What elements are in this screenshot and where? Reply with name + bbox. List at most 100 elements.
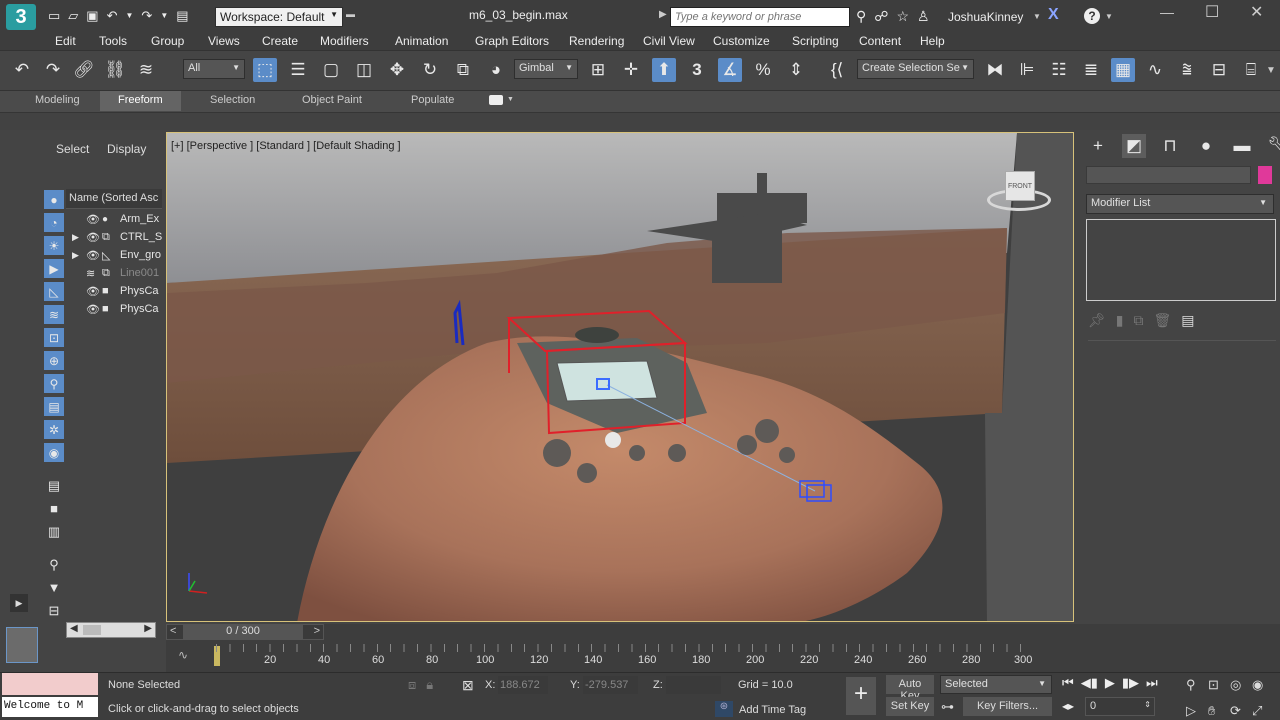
mirror-icon[interactable]: ⧓ [983, 58, 1007, 82]
display-none-icon[interactable]: ■ [44, 499, 64, 518]
pin-stack-icon[interactable]: 📌︎ [1088, 312, 1106, 329]
filter-lights-icon[interactable]: ☀ [44, 236, 64, 255]
named-selection-dropdown[interactable]: Create Selection Se ▼ [857, 59, 974, 79]
y-coordinate-field[interactable]: -279.537 [583, 676, 638, 694]
menu-tools[interactable]: Tools [99, 34, 127, 48]
select-object-icon[interactable]: ⬚ [253, 58, 277, 82]
track-bar[interactable]: 20 40 60 80 100 120 140 160 180 200 220 … [206, 644, 1036, 668]
filter-groups-icon[interactable]: ⊡ [44, 328, 64, 347]
rectangular-selection-icon[interactable]: ▢ [319, 58, 343, 82]
zoom-all-icon[interactable]: ⊡ [1208, 677, 1230, 693]
percent-snap-icon[interactable]: % [751, 58, 775, 82]
zoom-extents-icon[interactable]: ◎ [1230, 677, 1252, 693]
time-slider[interactable]: < 0 / 300 > [166, 624, 324, 640]
tab-selection[interactable]: Selection [210, 94, 255, 106]
orbit-icon[interactable]: ⟳ [1230, 703, 1252, 719]
align-icon[interactable]: ⊫ [1015, 58, 1039, 82]
explorer-tab-display[interactable]: Display [107, 142, 146, 156]
undo-icon[interactable]: ↶ [107, 8, 118, 24]
x-coordinate-field[interactable]: 188.672 [498, 676, 548, 694]
show-end-result-icon[interactable]: ▮ [1116, 312, 1124, 329]
help-icon[interactable]: ? [1084, 8, 1100, 24]
schematic-view-icon[interactable]: ⩰ [1175, 58, 1199, 82]
motion-tab-icon[interactable]: ● [1194, 134, 1218, 158]
expand-arrow-icon[interactable]: ▶ [72, 250, 79, 261]
snaps-toggle-icon[interactable]: 3 [685, 58, 709, 82]
add-time-tag[interactable]: Add Time Tag [739, 704, 806, 716]
hierarchy-tab-icon[interactable]: ⊓ [1158, 134, 1182, 158]
rotate-icon[interactable]: ↻ [418, 58, 442, 82]
set-key-button[interactable]: Set Key [886, 697, 934, 716]
time-tag-icon[interactable]: ⊛ [715, 701, 733, 717]
app-logo-icon[interactable]: 3 [6, 4, 36, 30]
curve-editor-icon[interactable]: ∿ [1143, 58, 1167, 82]
visibility-icon[interactable]: 👁︎ [86, 213, 100, 226]
reference-coordinate-dropdown[interactable]: Gimbal ▼ [514, 59, 578, 79]
create-tab-icon[interactable]: + [1086, 134, 1110, 158]
dropdown-arrow-icon[interactable]: ▼ [160, 11, 168, 24]
menu-create[interactable]: Create [262, 34, 298, 48]
visibility-icon[interactable]: 👁︎ [86, 231, 100, 244]
visibility-icon[interactable]: 👁︎ [86, 249, 100, 262]
menu-help[interactable]: Help [920, 34, 945, 48]
scroll-thumb[interactable] [83, 625, 101, 635]
place-icon[interactable]: ◕ [484, 58, 508, 82]
username[interactable]: JoshuaKinney [948, 10, 1023, 24]
column-header[interactable]: Name (Sorted Asc [66, 189, 162, 209]
save-icon[interactable]: ▣ [86, 8, 98, 24]
filter-shapes-icon[interactable]: ◔ [44, 213, 64, 232]
scale-icon[interactable]: ⧉ [451, 58, 475, 82]
maxscript-output[interactable]: Welcome to M [2, 697, 98, 717]
display-all-icon[interactable]: ▤ [44, 476, 64, 495]
menu-modifiers[interactable]: Modifiers [320, 34, 369, 48]
object-name-field[interactable] [1086, 166, 1251, 184]
window-crossing-icon[interactable]: ◫ [352, 58, 376, 82]
mini-viewport-preview[interactable] [6, 627, 38, 663]
zoom-icon[interactable]: ⚲ [1186, 677, 1208, 693]
object-color-swatch[interactable] [1258, 166, 1272, 184]
transform-gizmo-icon[interactable]: ✛ [619, 58, 643, 82]
unlink-icon[interactable]: ⛓︎ [103, 58, 127, 82]
list-item[interactable]: ▶ 👁︎ ⧉ CTRL_S [66, 228, 162, 246]
redo-icon[interactable]: ↷ [41, 58, 65, 82]
tab-object-paint[interactable]: Object Paint [302, 94, 362, 106]
list-item[interactable]: 👁︎ ■ PhysCa [66, 282, 162, 300]
filter-containers-icon[interactable]: ▤ [44, 397, 64, 416]
viewcube-face[interactable]: FRONT [1005, 171, 1035, 201]
filter-space-warps-icon[interactable]: ≋ [44, 305, 64, 324]
utilities-tab-icon[interactable]: 🔧︎ [1266, 134, 1280, 158]
horizontal-scrollbar[interactable]: ◀ ▶ [66, 622, 156, 638]
modify-tab-icon[interactable]: ◩ [1122, 134, 1146, 158]
new-file-icon[interactable]: ▭ [48, 8, 60, 24]
next-frame-icon[interactable]: > [314, 625, 320, 637]
pan-view-icon[interactable]: ✋︎ [1208, 703, 1230, 719]
key-mode-dropdown[interactable]: Selected ▼ [940, 675, 1052, 694]
go-to-start-icon[interactable]: ⏮︎ [1062, 675, 1074, 691]
menu-edit[interactable]: Edit [55, 34, 76, 48]
set-key-mode-icon[interactable]: + [846, 677, 876, 715]
close-icon[interactable]: ✕ [1250, 2, 1263, 22]
visibility-icon[interactable]: 👁︎ [86, 285, 100, 298]
find-icon[interactable]: ⚲ [44, 555, 64, 574]
current-frame-field[interactable]: 0 ⇕ [1085, 697, 1155, 716]
workspace-dropdown[interactable]: Workspace: Default ▼ [215, 7, 343, 27]
list-item[interactable]: ≋ ⧉ Line001 [66, 264, 162, 282]
open-file-icon[interactable]: ▱ [68, 8, 78, 24]
maximize-icon[interactable]: ☐ [1205, 2, 1219, 22]
spinner-snap-icon[interactable]: ⇕ [784, 58, 808, 82]
list-item[interactable]: ▶ 👁︎ ◺ Env_gro [66, 246, 162, 264]
expand-arrow-icon[interactable]: ▶ [659, 9, 667, 20]
filter-cameras-icon[interactable]: ▶ [44, 259, 64, 278]
bind-space-warp-icon[interactable]: ≋ [134, 58, 158, 82]
configure-sets-icon[interactable]: ▤ [1181, 312, 1194, 329]
overflow-icon[interactable]: ▬ [346, 9, 355, 19]
explorer-tab-select[interactable]: Select [56, 142, 89, 156]
community-icon[interactable]: ☍ [874, 8, 888, 25]
toggle-layer-explorer-icon[interactable]: ≣ [1079, 58, 1103, 82]
menu-views[interactable]: Views [208, 34, 240, 48]
search-input[interactable] [670, 7, 850, 27]
toggle-ribbon-icon[interactable]: ▦ [1111, 58, 1135, 82]
undo-icon[interactable]: ↶ [10, 58, 34, 82]
time-slider-thumb[interactable]: 0 / 300 [183, 625, 303, 639]
display-tab-icon[interactable]: ▬ [1230, 134, 1254, 158]
